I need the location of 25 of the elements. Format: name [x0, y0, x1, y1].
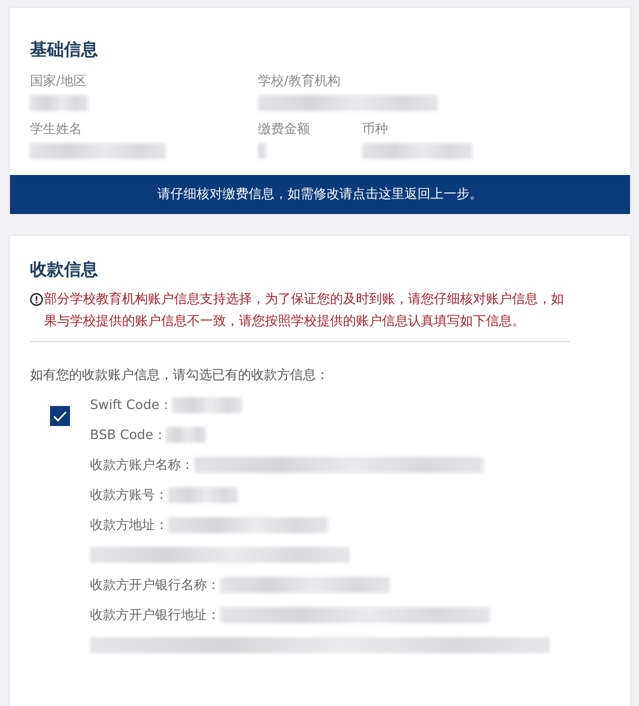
redacted-value	[30, 95, 88, 111]
field-label: 收款方开户银行地址：	[90, 607, 220, 624]
field-label: 币种	[362, 121, 388, 139]
warning-icon	[30, 293, 43, 306]
field-label: 收款方账户名称：	[90, 457, 194, 474]
section-title: 基础信息	[29, 39, 99, 61]
redacted-value	[168, 487, 238, 503]
field-label: 收款方账号：	[90, 487, 168, 504]
field-label: 学生姓名	[30, 121, 82, 139]
field-label: 收款方地址：	[90, 517, 168, 534]
checkbox[interactable]	[50, 406, 70, 426]
field-label: BSB Code：	[90, 427, 166, 444]
field-label: 国家/地区	[30, 73, 86, 91]
field-label: 收款方开户银行名称：	[90, 577, 220, 594]
field-label: 缴费金额	[258, 121, 310, 139]
redacted-value	[166, 427, 206, 443]
section-title: 收款信息	[29, 259, 99, 281]
field-label: Swift Code：	[90, 397, 172, 414]
redacted-value	[172, 397, 242, 413]
checkmark-icon	[53, 410, 67, 422]
warning-text: 部分学校教育机构账户信息支持选择，为了保证您的及时到账，请您仔细核对账户信息，如果与学校提供的账户信息不一致，请您按照学校提供的账户信息认真填写如下信息。	[44, 290, 565, 331]
prompt-text: 如有您的收款账户信息，请勾选已有的收款方信息：	[30, 367, 330, 384]
notice-banner[interactable]: 请仔细核对缴费信息，如需修改请点击这里返回上一步。	[10, 175, 630, 214]
redacted-value	[258, 143, 266, 159]
field-label: 学校/教育机构	[258, 73, 340, 91]
